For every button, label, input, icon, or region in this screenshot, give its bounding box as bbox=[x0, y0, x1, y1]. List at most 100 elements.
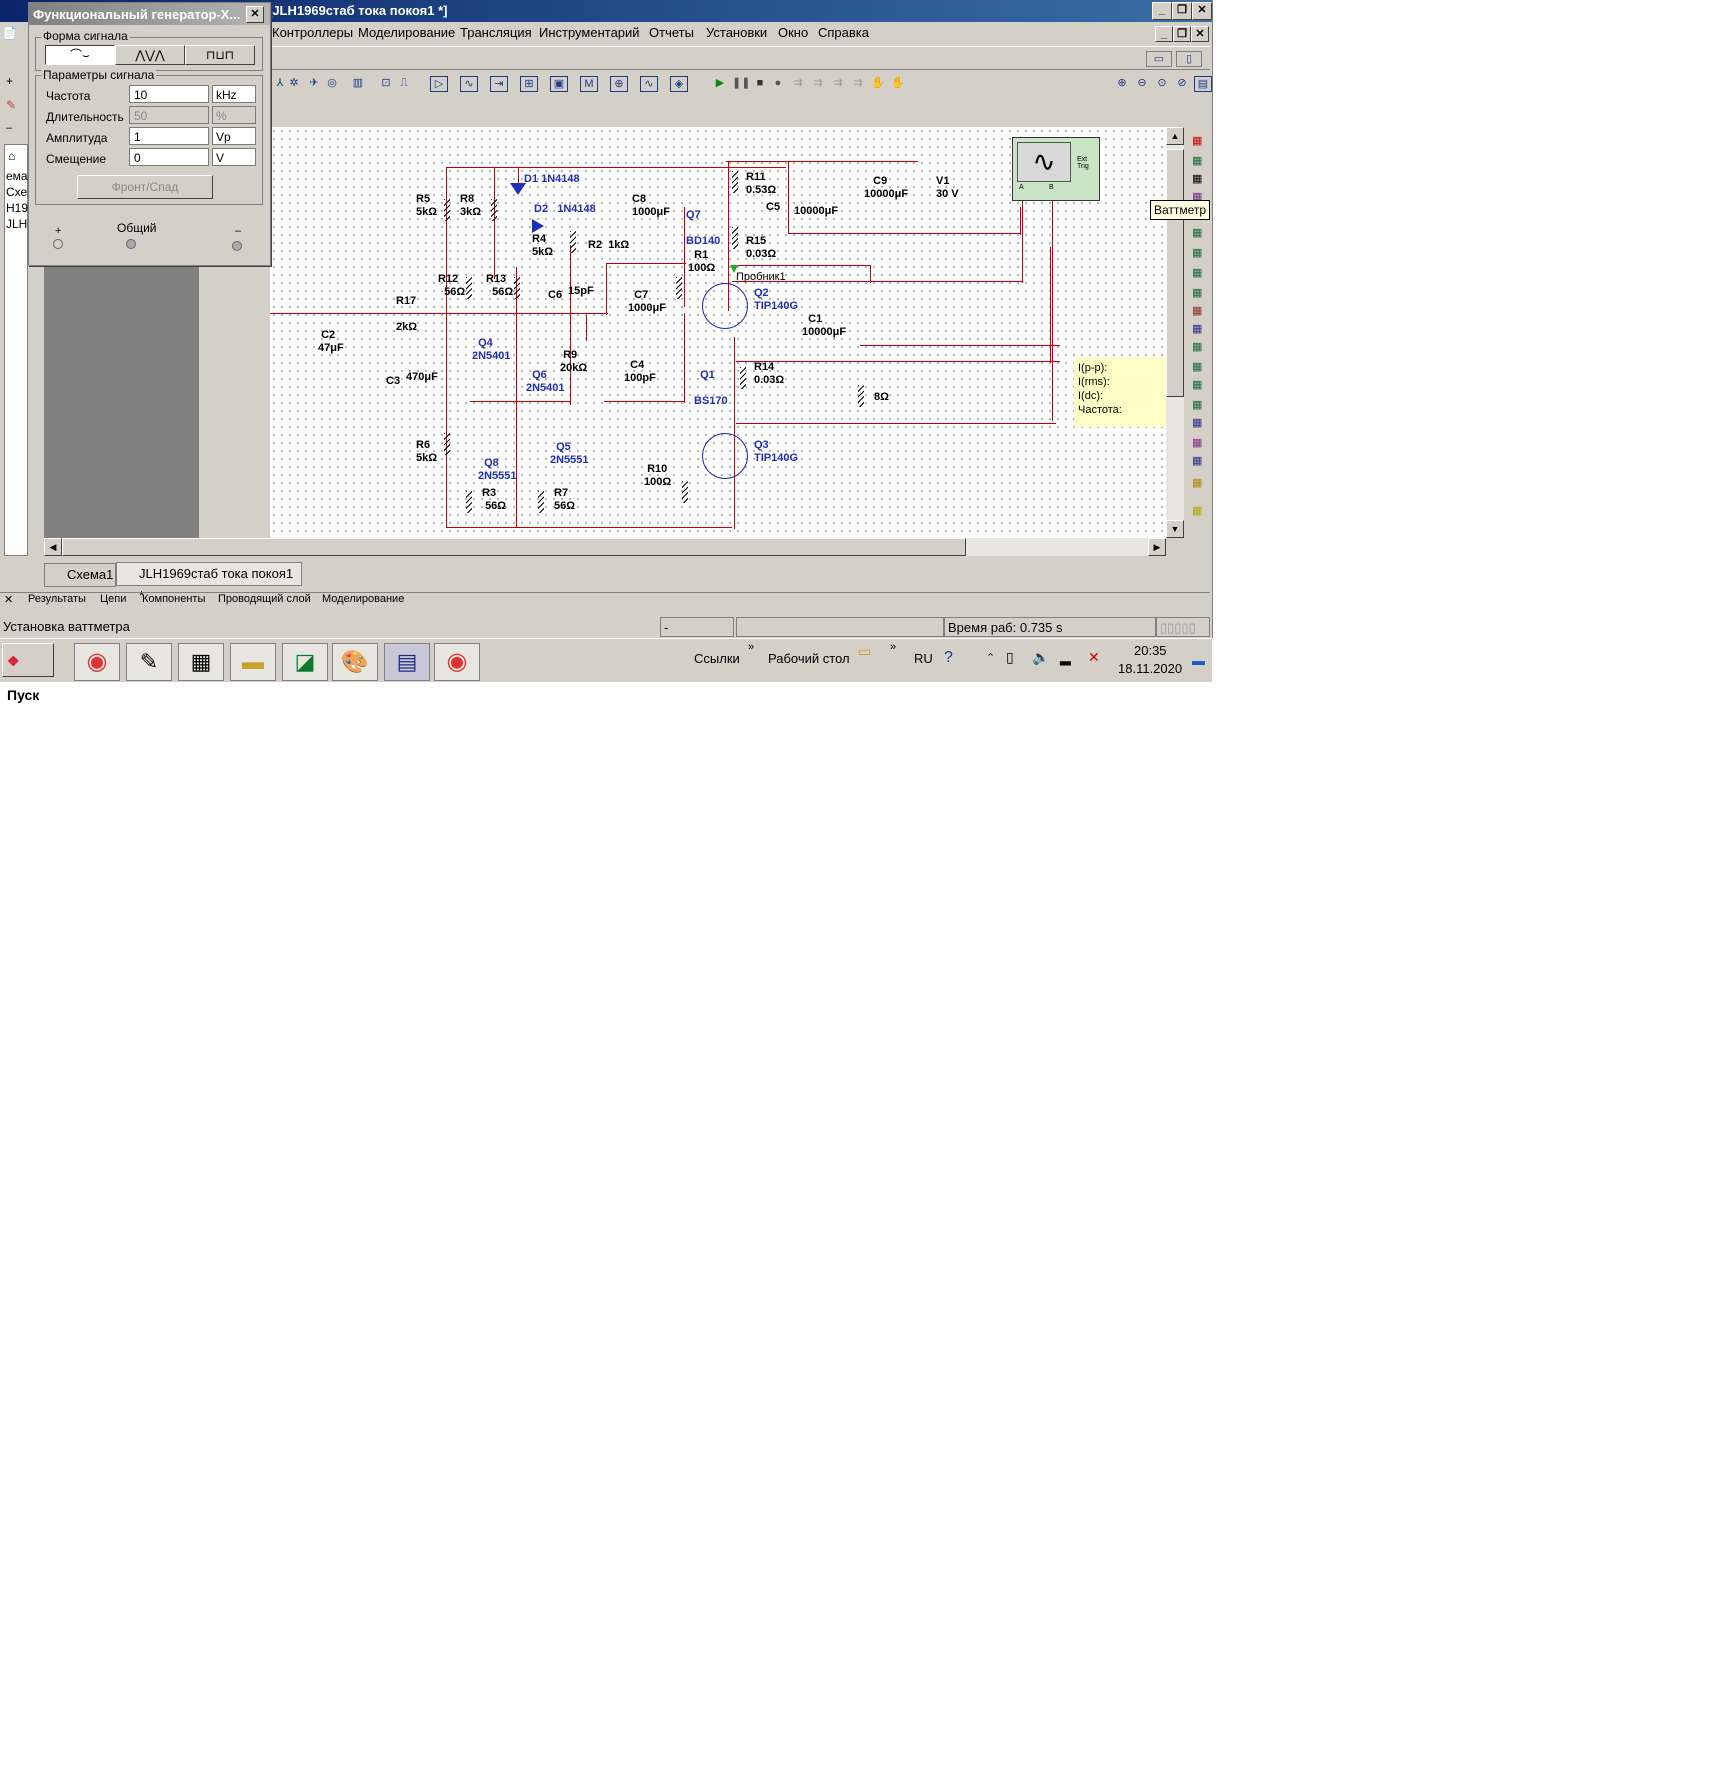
scroll-thumb[interactable] bbox=[1166, 149, 1184, 397]
panel-icon[interactable]: ▯ bbox=[1176, 51, 1202, 67]
clock-time[interactable]: 20:35 bbox=[1134, 643, 1167, 658]
multimeter-icon[interactable]: ▦ bbox=[1192, 134, 1202, 147]
paint-icon[interactable]: 🎨 bbox=[332, 643, 378, 681]
wattmeter-instrument[interactable]: ∿ Ext Trig A B bbox=[1012, 137, 1100, 201]
tab-copper-layer[interactable]: Проводящий слой bbox=[218, 593, 311, 605]
tab-components[interactable]: Компоненты bbox=[142, 593, 205, 605]
stop-icon[interactable]: ■ bbox=[752, 76, 768, 90]
menu-reports[interactable]: Отчеты bbox=[649, 25, 694, 40]
transistor-q3[interactable] bbox=[702, 433, 748, 479]
record-icon[interactable]: ● bbox=[770, 76, 786, 90]
offset-unit-select[interactable]: V bbox=[212, 148, 256, 166]
scroll-right-icon[interactable]: ▶ bbox=[1148, 538, 1166, 556]
zoom-fit-icon[interactable]: ⊘ bbox=[1174, 76, 1190, 90]
resistor-r6[interactable] bbox=[444, 433, 450, 455]
scroll-left-icon[interactable]: ◀ bbox=[44, 538, 62, 556]
instrument-6-icon[interactable]: M bbox=[580, 76, 598, 92]
design-icon[interactable]: ✎ bbox=[6, 98, 16, 112]
instrument-7-icon[interactable]: ⊕ bbox=[610, 76, 628, 92]
common-terminal-icon[interactable] bbox=[126, 239, 136, 249]
tree-line[interactable]: JLH bbox=[6, 217, 27, 231]
instrument-3-icon[interactable]: ⇥ bbox=[490, 76, 508, 92]
zoom-in-icon[interactable]: ⊕ bbox=[1114, 76, 1130, 90]
instrument-8-icon[interactable]: ∿ bbox=[640, 76, 658, 92]
step4-icon[interactable]: ⇉ bbox=[850, 76, 866, 90]
doc-close-button[interactable]: ✕ bbox=[1191, 26, 1209, 42]
usb-icon[interactable]: ▯ bbox=[1006, 649, 1014, 666]
volume-icon[interactable]: 🔈 bbox=[1032, 649, 1049, 666]
chrome-icon[interactable]: ◉ bbox=[74, 643, 120, 681]
resistor-r8[interactable] bbox=[491, 199, 497, 221]
instrument-a-icon[interactable]: ▦ bbox=[1192, 226, 1202, 239]
run-icon[interactable]: ▶ bbox=[712, 76, 728, 90]
function-generator-icon[interactable]: ▦ bbox=[1192, 154, 1202, 167]
menu-window[interactable]: Окно bbox=[778, 25, 808, 40]
menu-controllers[interactable]: Контроллеры bbox=[272, 25, 353, 40]
doc-minimize-button[interactable]: _ bbox=[1155, 26, 1173, 42]
tree-line[interactable]: ема bbox=[6, 169, 28, 183]
instrument-l-icon[interactable]: ▦ bbox=[1192, 436, 1202, 449]
resistor-r10[interactable] bbox=[682, 481, 688, 503]
frequency-unit-select[interactable]: kHz bbox=[212, 85, 256, 103]
start-button[interactable]: ❖ Пуск bbox=[2, 643, 54, 703]
desktop-toolbar[interactable]: Рабочий стол bbox=[768, 651, 850, 666]
horizontal-scrollbar[interactable]: ◀ ▶ bbox=[44, 538, 1166, 556]
resistor-r13[interactable] bbox=[514, 277, 520, 299]
close-button[interactable]: ✕ bbox=[1192, 2, 1212, 20]
tab-simulation[interactable]: Моделирование bbox=[322, 593, 404, 605]
scroll-down-icon[interactable]: ▼ bbox=[1166, 520, 1184, 538]
instrument-1-icon[interactable]: ▷ bbox=[430, 76, 448, 92]
duty-cycle-input[interactable]: 50 bbox=[129, 106, 209, 124]
pulse-icon[interactable]: ⎍ bbox=[396, 76, 412, 90]
hierarchy-icon[interactable]: ⊡ bbox=[378, 76, 394, 90]
zoom-out-icon[interactable]: ⊖ bbox=[1134, 76, 1150, 90]
instrument-i-icon[interactable]: ▦ bbox=[1192, 378, 1202, 391]
pin-icon[interactable]: + bbox=[6, 74, 13, 88]
minus-terminal-icon[interactable] bbox=[232, 241, 242, 251]
scroll-up-icon[interactable]: ▲ bbox=[1166, 127, 1184, 145]
transistor-q2[interactable] bbox=[702, 283, 748, 329]
rise-fall-button[interactable]: Фронт/Спад bbox=[77, 175, 213, 199]
instrument-d-icon[interactable]: ▦ bbox=[1192, 286, 1202, 299]
menu-simulation[interactable]: Моделирование bbox=[358, 25, 455, 40]
step2-icon[interactable]: ⇉ bbox=[810, 76, 826, 90]
vertical-scrollbar[interactable]: ▲ ▼ bbox=[1166, 127, 1184, 538]
scroll-thumb-h[interactable] bbox=[62, 538, 966, 556]
tab-jlh1969[interactable]: JLH1969стаб тока покоя1 * bbox=[116, 562, 302, 603]
step-icon[interactable]: ⇉ bbox=[790, 76, 806, 90]
view-icon[interactable]: ▭ bbox=[1146, 51, 1172, 67]
instrument-4-icon[interactable]: ⊞ bbox=[520, 76, 538, 92]
amplitude-input[interactable]: 1 bbox=[129, 127, 209, 145]
resistor-r11[interactable] bbox=[732, 171, 738, 193]
resistor-r14[interactable] bbox=[740, 367, 746, 389]
pause-icon[interactable]: ❚❚ bbox=[732, 76, 750, 90]
app-icon[interactable]: 📄 bbox=[2, 26, 18, 42]
diode-d2[interactable] bbox=[532, 219, 544, 233]
clock-date[interactable]: 18.11.2020 bbox=[1118, 661, 1182, 676]
step3-icon[interactable]: ⇉ bbox=[830, 76, 846, 90]
resistor-8ohm[interactable] bbox=[858, 385, 864, 407]
menu-transfer[interactable]: Трансляция bbox=[460, 25, 532, 40]
minimize-button[interactable]: _ bbox=[1152, 2, 1172, 20]
instrument-2-icon[interactable]: ∿ bbox=[460, 76, 478, 92]
instrument-b-icon[interactable]: ▦ bbox=[1192, 246, 1202, 259]
menu-help[interactable]: Справка bbox=[818, 25, 869, 40]
menu-tools[interactable]: Инструментарий bbox=[539, 25, 640, 40]
offset-input[interactable]: 0 bbox=[129, 148, 209, 166]
current-probe-icon[interactable]: ◎ bbox=[324, 76, 340, 90]
chrome2-icon[interactable]: ◉ bbox=[434, 643, 480, 681]
resistor-r1[interactable] bbox=[676, 277, 682, 299]
resistor-r5[interactable] bbox=[444, 199, 450, 221]
network-icon[interactable]: ▂ bbox=[1060, 649, 1071, 666]
instrument-9-icon[interactable]: ◈ bbox=[670, 76, 688, 92]
show-desktop-icon[interactable]: ▬ bbox=[1192, 653, 1205, 668]
fgen-title-bar[interactable]: Функциональный генератор-X... ✕ bbox=[29, 3, 270, 25]
maximize-button[interactable]: ❐ bbox=[1172, 2, 1192, 20]
instrument-e-icon[interactable]: ▦ bbox=[1192, 304, 1202, 317]
fgen-close-button[interactable]: ✕ bbox=[246, 6, 264, 23]
schematic-canvas[interactable]: D1 1N4148 D2 1N4148 R5 5kΩ R8 3kΩ R4 5kΩ R2… bbox=[270, 127, 1166, 538]
resistor-r15[interactable] bbox=[732, 227, 738, 249]
desktop-chevron-icon[interactable]: » bbox=[890, 641, 896, 653]
sine-wave-button[interactable]: ⌒⌣ bbox=[45, 45, 115, 65]
tree-line[interactable]: Схе bbox=[6, 185, 27, 199]
